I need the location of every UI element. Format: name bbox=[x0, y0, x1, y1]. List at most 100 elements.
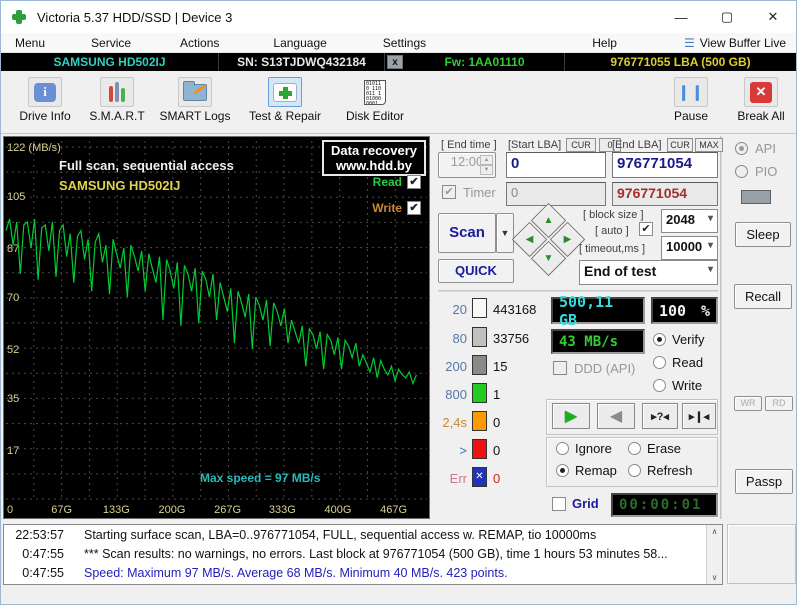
test-repair-label: Test & Repair bbox=[248, 109, 322, 123]
remap-radio[interactable] bbox=[556, 464, 569, 477]
menu-item-help[interactable]: Help bbox=[580, 36, 629, 50]
ignore-label: Ignore bbox=[575, 441, 612, 456]
timeout-select[interactable]: 10000 bbox=[661, 236, 718, 260]
log-panel: 22:53:57 Starting surface scan, LBA=0..9… bbox=[3, 524, 723, 585]
write-legend-label: Write bbox=[372, 201, 402, 215]
svg-text:0: 0 bbox=[7, 504, 13, 516]
watermark-box: Data recovery www.hdd.by bbox=[322, 140, 426, 176]
log-line: 22:53:57 Starting surface scan, LBA=0..9… bbox=[4, 525, 722, 544]
wr-button[interactable]: WR bbox=[734, 396, 762, 411]
erase-radio[interactable] bbox=[628, 442, 641, 455]
stat-block-800 bbox=[472, 383, 487, 403]
binary-document-icon: 010110 110011 101000 0001 bbox=[364, 79, 386, 105]
quick-button[interactable]: QUICK bbox=[438, 259, 514, 283]
end-time-spinner[interactable]: 12:00 ▲ ▼ bbox=[438, 152, 496, 178]
maximize-button[interactable]: ▢ bbox=[704, 1, 750, 33]
scroll-down-icon[interactable]: ∨ bbox=[712, 573, 718, 582]
verify-radio[interactable] bbox=[653, 333, 666, 346]
list-icon: ☰ bbox=[683, 35, 695, 50]
disk-editor-button[interactable]: 010110 110011 101000 0001 Disk Editor bbox=[337, 77, 413, 129]
stat-block-slow bbox=[472, 411, 487, 431]
svg-text:400G: 400G bbox=[325, 504, 352, 516]
progress-unit: % bbox=[700, 301, 710, 320]
end-cur-button[interactable]: CUR bbox=[667, 138, 693, 152]
max-speed-annotation: Max speed = 97 MB/s bbox=[200, 471, 321, 485]
block-size-select[interactable]: 2048 bbox=[661, 209, 718, 233]
end-time-label: [ End time ] bbox=[441, 139, 497, 151]
end-lba-input[interactable]: 976771054 bbox=[612, 152, 718, 178]
scan-button[interactable]: Scan bbox=[438, 213, 496, 253]
scan-dropdown-button[interactable]: ▼ bbox=[496, 213, 514, 253]
write-checkbox[interactable]: ✔ bbox=[407, 201, 421, 215]
device-close-button[interactable]: x bbox=[387, 55, 403, 69]
spinner-arrows-icon[interactable]: ▲ ▼ bbox=[480, 155, 493, 175]
refresh-radio[interactable] bbox=[628, 464, 641, 477]
stat-label: 2,4s bbox=[442, 415, 467, 430]
seek-end-button[interactable]: ▸❙◂ bbox=[682, 403, 716, 429]
log-line: 0:47:55 Speed: Maximum 97 MB/s. Average … bbox=[4, 563, 722, 582]
start-cur-button[interactable]: CUR bbox=[566, 138, 596, 152]
pio-radio[interactable] bbox=[735, 165, 748, 178]
view-buffer-live-button[interactable]: ☰ View Buffer Live bbox=[684, 36, 796, 50]
stat-value: 0 bbox=[493, 415, 501, 430]
menu-item-settings[interactable]: Settings bbox=[371, 36, 438, 50]
sleep-button[interactable]: Sleep bbox=[735, 222, 791, 247]
pause-button[interactable]: ❙❙ Pause bbox=[653, 77, 729, 129]
recall-button[interactable]: Recall bbox=[734, 284, 792, 309]
back-button[interactable]: ◀ bbox=[597, 403, 635, 429]
legend-write: Write ✔ bbox=[372, 201, 421, 215]
menu-item-language[interactable]: Language bbox=[261, 36, 338, 50]
svg-text:17: 17 bbox=[7, 445, 19, 457]
title-bar: Victoria 5.37 HDD/SSD | Device 3 — ▢ ✕ bbox=[1, 1, 796, 33]
stat-label: > bbox=[459, 443, 467, 458]
rd-button[interactable]: RD bbox=[765, 396, 793, 411]
pause-label: Pause bbox=[673, 109, 709, 123]
view-buffer-live-label: View Buffer Live bbox=[699, 35, 786, 50]
close-button[interactable]: ✕ bbox=[750, 1, 796, 33]
start-test-button[interactable]: ▶ bbox=[552, 403, 590, 429]
stat-block-err: ✕ bbox=[472, 467, 487, 487]
log-scrollbar[interactable]: ∧ ∨ bbox=[706, 525, 722, 584]
disk-editor-label: Disk Editor bbox=[345, 109, 404, 123]
svg-text:333G: 333G bbox=[269, 504, 296, 516]
auto-checkbox[interactable]: ✔ bbox=[639, 222, 653, 236]
end-max-button[interactable]: MAX bbox=[695, 138, 723, 152]
elapsed-timer-display: 00:00:01 bbox=[611, 493, 718, 517]
scroll-up-icon[interactable]: ∧ bbox=[712, 527, 718, 536]
menu-item-actions[interactable]: Actions bbox=[168, 36, 231, 50]
write-radio[interactable] bbox=[653, 379, 666, 392]
drive-info-label: Drive Info bbox=[19, 109, 71, 123]
start-lba-input[interactable]: 0 bbox=[506, 152, 606, 178]
timer-checkbox[interactable]: ✔ bbox=[442, 185, 456, 199]
smart-logs-label: SMART Logs bbox=[159, 109, 231, 123]
folder-pencil-icon bbox=[183, 80, 207, 101]
svg-text:267G: 267G bbox=[214, 504, 241, 516]
smart-logs-button[interactable]: SMART Logs bbox=[157, 77, 233, 129]
ddd-checkbox[interactable] bbox=[553, 361, 567, 375]
seek-test-button[interactable]: ▸?◂ bbox=[642, 403, 678, 429]
app-window: Victoria 5.37 HDD/SSD | Device 3 — ▢ ✕ M… bbox=[0, 0, 797, 605]
minimize-button[interactable]: — bbox=[658, 1, 704, 33]
smart-button[interactable]: S.M.A.R.T bbox=[79, 77, 155, 129]
svg-text:67G: 67G bbox=[51, 504, 72, 516]
break-all-button[interactable]: ✕ Break All bbox=[723, 77, 796, 129]
test-repair-button[interactable]: Test & Repair bbox=[247, 77, 323, 129]
svg-text:200G: 200G bbox=[159, 504, 186, 516]
read-checkbox[interactable]: ✔ bbox=[407, 175, 421, 189]
svg-text:52: 52 bbox=[7, 344, 19, 356]
drive-info-button[interactable]: i Drive Info bbox=[7, 77, 83, 129]
graph-title: Full scan, sequential access bbox=[59, 158, 234, 173]
speed-display: 43 MB/s bbox=[551, 329, 645, 354]
end-lba-secondary-input: 976771054 bbox=[612, 182, 718, 206]
api-radio[interactable] bbox=[735, 142, 748, 155]
ignore-radio[interactable] bbox=[556, 442, 569, 455]
end-action-select[interactable]: End of test bbox=[579, 260, 718, 285]
read-radio[interactable] bbox=[653, 356, 666, 369]
auto-label: [ auto ] bbox=[595, 225, 629, 237]
stat-value: 15 bbox=[493, 359, 508, 374]
passp-button[interactable]: Passp bbox=[735, 469, 793, 494]
grid-checkbox[interactable] bbox=[552, 497, 566, 511]
menu-item-menu[interactable]: Menu bbox=[3, 36, 57, 50]
rail-divider bbox=[720, 136, 722, 519]
menu-item-service[interactable]: Service bbox=[79, 36, 143, 50]
